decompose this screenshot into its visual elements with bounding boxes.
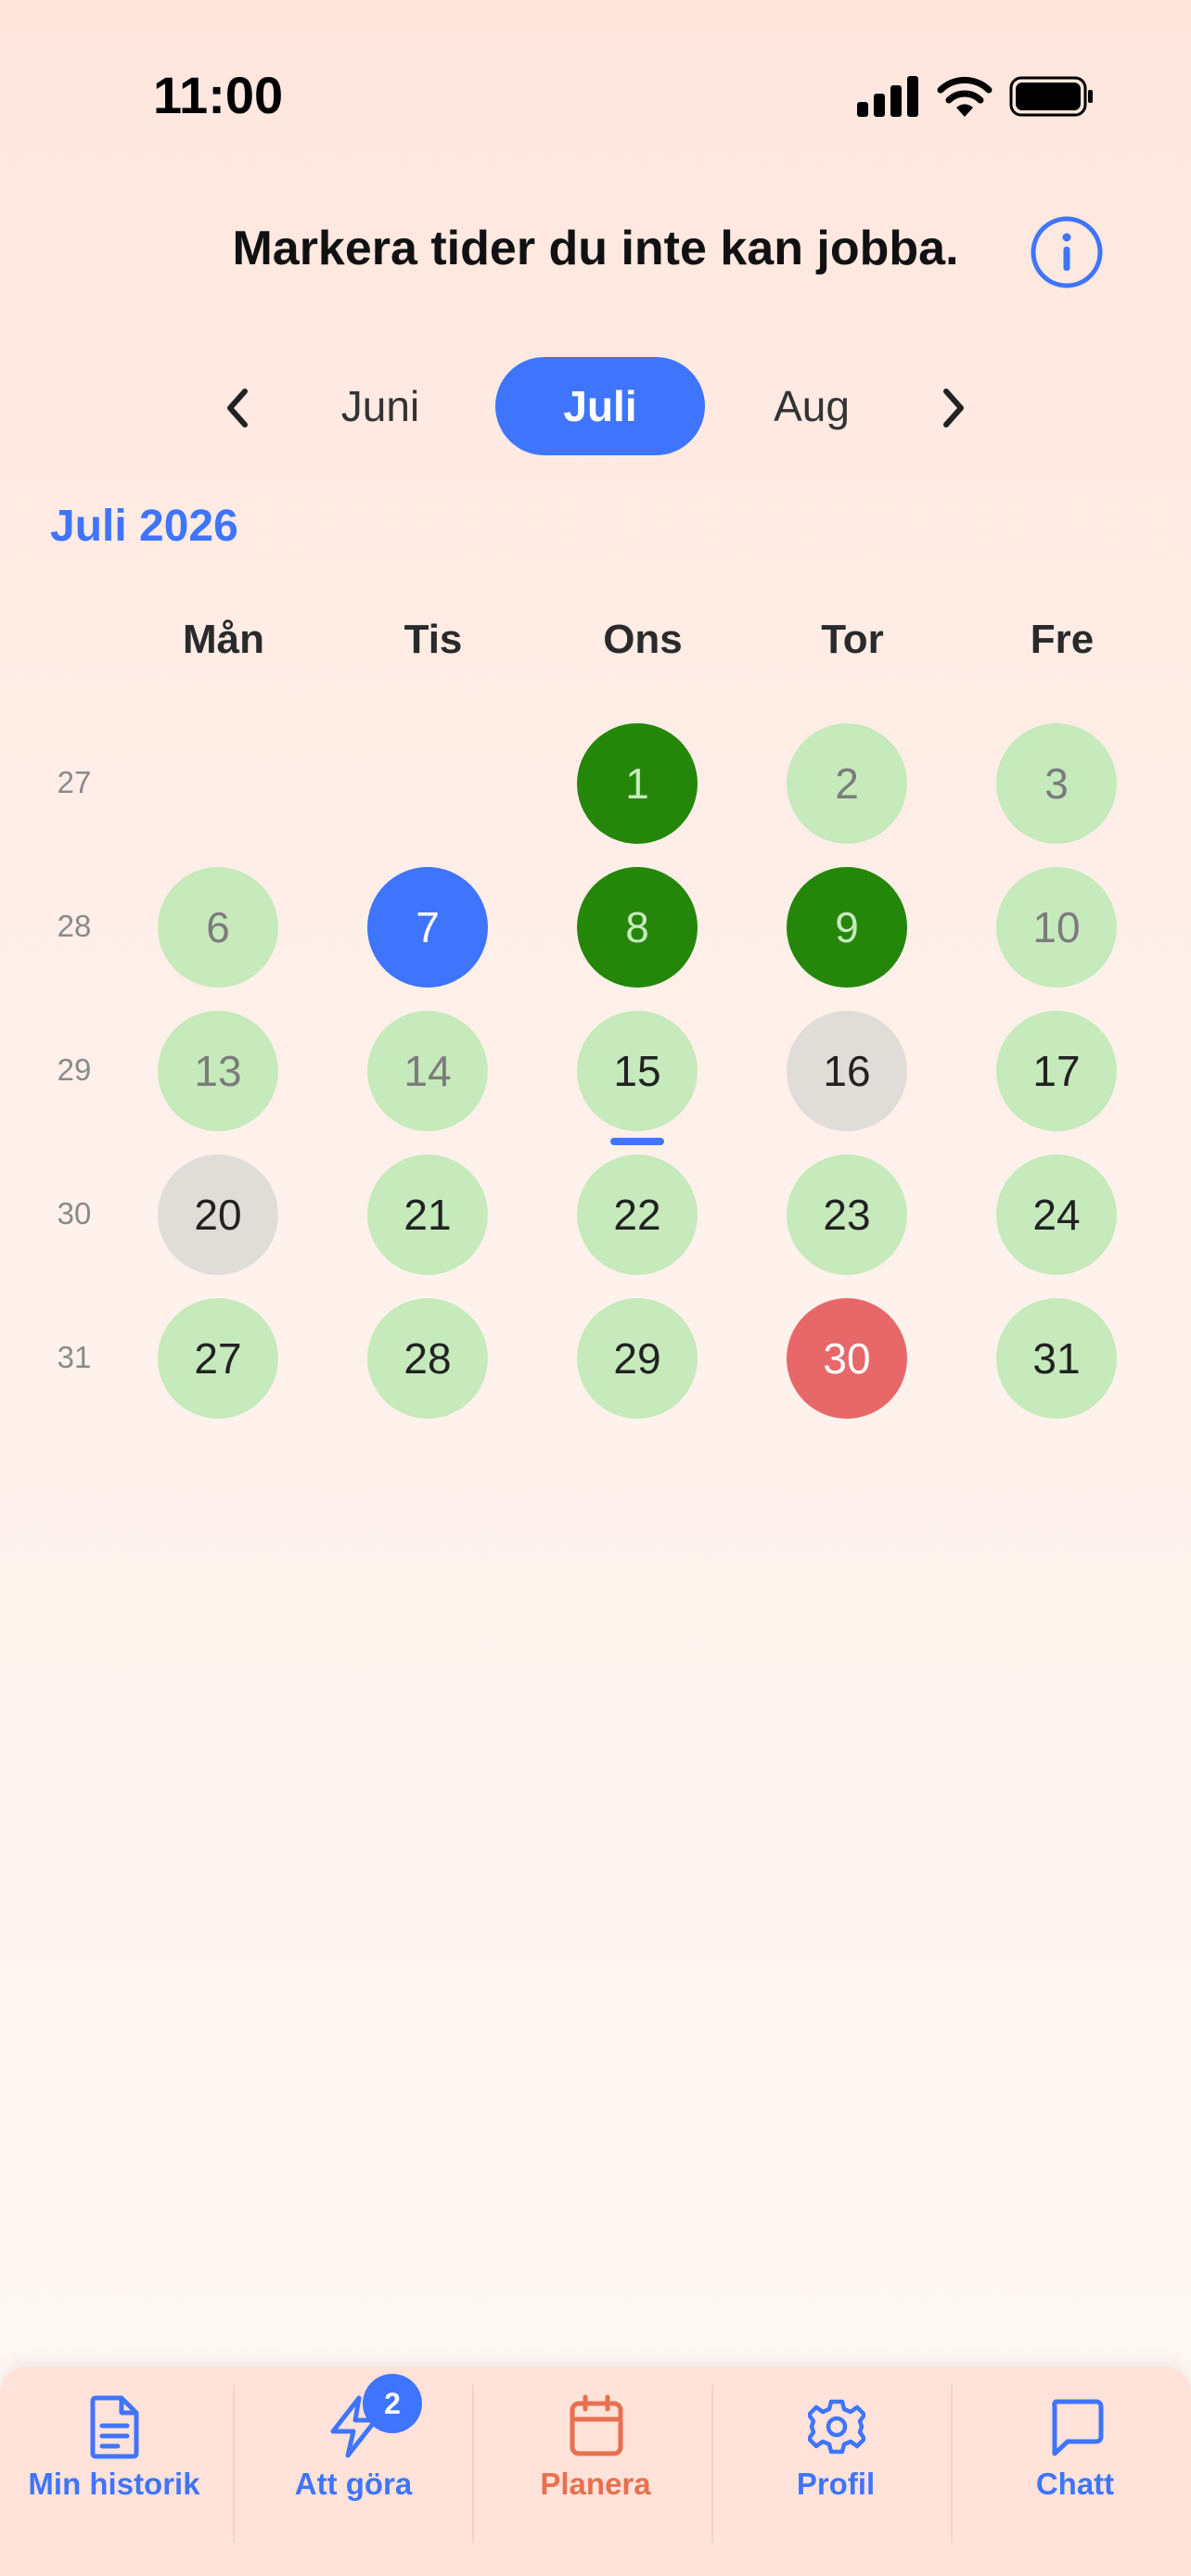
month-navigation: Juni Juli Aug: [0, 357, 1191, 459]
tab-label: Profil: [796, 2467, 876, 2501]
calendar-day[interactable]: 29: [577, 1298, 698, 1419]
gear-icon: [808, 2399, 865, 2455]
calendar-day[interactable]: 16: [787, 1011, 907, 1131]
page-title: Markera tider du inte kan jobba.: [232, 222, 959, 275]
todo-badge: 2: [363, 2374, 422, 2433]
calendar-day[interactable]: 13: [158, 1011, 278, 1131]
tab-profil[interactable]: Profil: [717, 2366, 954, 2576]
week-number: 30: [57, 1196, 92, 1231]
battery-icon: [1009, 76, 1093, 117]
tab-label: Chatt: [1035, 2467, 1115, 2501]
tab-label: Min historik: [28, 2467, 200, 2501]
calendar-day[interactable]: 30: [787, 1298, 907, 1419]
week-number: 31: [57, 1340, 92, 1374]
week-number: 27: [57, 765, 92, 799]
calendar-icon: [570, 2394, 623, 2456]
calendar-day[interactable]: 28: [367, 1298, 488, 1419]
chevron-left-icon[interactable]: [215, 380, 262, 436]
weekday-label: Mån: [183, 617, 264, 662]
tab-label: Att göra: [294, 2467, 413, 2501]
calendar-day[interactable]: 22: [577, 1154, 698, 1275]
chevron-right-icon[interactable]: [929, 380, 976, 436]
status-bar: 11:00: [0, 0, 1191, 185]
week-number: 29: [57, 1052, 92, 1087]
chat-icon: [1052, 2399, 1104, 2456]
calendar-day[interactable]: 10: [996, 867, 1117, 988]
calendar-day[interactable]: 23: [787, 1154, 907, 1275]
calendar-day[interactable]: 6: [158, 867, 278, 988]
weekday-label: Tor: [821, 617, 884, 662]
calendar-day[interactable]: 2: [787, 723, 907, 844]
wifi-icon: [937, 76, 992, 117]
calendar-day[interactable]: 17: [996, 1011, 1117, 1131]
month-title: Juli 2026: [50, 502, 238, 551]
weekday-label: Ons: [603, 617, 683, 662]
tab-chatt[interactable]: Chatt: [956, 2366, 1191, 2576]
tab-label: Planera: [540, 2467, 651, 2501]
signal-icon: [857, 76, 918, 117]
calendar-day[interactable]: 31: [996, 1298, 1117, 1419]
calendar-day[interactable]: 14: [367, 1011, 488, 1131]
document-icon: [90, 2395, 139, 2459]
calendar-day[interactable]: 15: [577, 1011, 698, 1131]
calendar-day[interactable]: 3: [996, 723, 1117, 844]
info-icon[interactable]: [1030, 215, 1104, 289]
calendar-day[interactable]: 9: [787, 867, 907, 988]
month-tab-prev[interactable]: Juni: [306, 357, 455, 455]
tab-separator: [472, 2385, 474, 2543]
status-time: 11:00: [153, 66, 284, 124]
calendar-day[interactable]: 24: [996, 1154, 1117, 1275]
tab-att-gora[interactable]: 2 Att göra: [235, 2366, 472, 2576]
today-indicator: [610, 1138, 664, 1145]
calendar-day[interactable]: 1: [577, 723, 698, 844]
calendar-day[interactable]: 20: [158, 1154, 278, 1275]
week-number: 28: [57, 909, 92, 943]
calendar-day[interactable]: 8: [577, 867, 698, 988]
weekday-label: Tis: [403, 617, 463, 662]
tab-min-historik[interactable]: Min historik: [0, 2366, 233, 2576]
tab-planera[interactable]: Planera: [477, 2366, 714, 2576]
weekday-label: Fre: [1030, 617, 1095, 662]
calendar-day[interactable]: 21: [367, 1154, 488, 1275]
month-tab-next[interactable]: Aug: [742, 357, 881, 455]
tab-bar: Min historik 2 Att göra Planera Profil C…: [0, 2366, 1191, 2576]
calendar-day[interactable]: 7: [367, 867, 488, 988]
month-tab-current[interactable]: Juli: [495, 357, 705, 455]
calendar-day[interactable]: 27: [158, 1298, 278, 1419]
